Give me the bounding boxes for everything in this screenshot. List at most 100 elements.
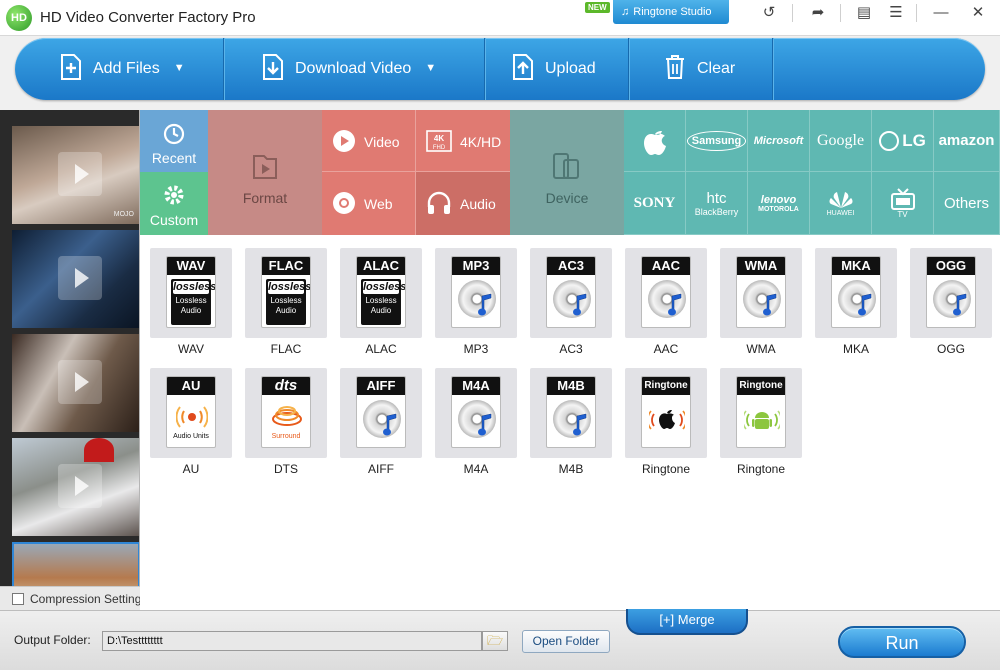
brand-apple[interactable]	[624, 110, 686, 172]
download-video-label: Download Video	[295, 60, 412, 77]
tab-device[interactable]: Device	[510, 110, 624, 235]
play-icon[interactable]	[58, 464, 102, 508]
format-alac[interactable]: ALAC lossless Lossless Audio ALAC	[340, 248, 422, 356]
video-thumbnail[interactable]	[12, 230, 139, 328]
brand-samsung[interactable]: Samsung	[686, 110, 748, 172]
format-tile[interactable]: AC3	[530, 248, 612, 338]
format-tile[interactable]: AU Audio Units	[150, 368, 232, 458]
tab-recent[interactable]: Recent	[140, 110, 208, 172]
brand-tv[interactable]: TV	[872, 172, 934, 235]
minimize-icon[interactable]: —	[925, 0, 957, 26]
format-m4b[interactable]: M4B M4B	[530, 368, 612, 476]
format-tile[interactable]: AIFF	[340, 368, 422, 458]
brand-google[interactable]: Google	[810, 110, 872, 172]
tab-format[interactable]: Format	[208, 110, 322, 235]
merge-button[interactable]: [+] Merge	[626, 609, 748, 635]
format-ringtone-apple[interactable]: Ringtone Ringtone	[625, 368, 707, 476]
play-icon[interactable]	[58, 256, 102, 300]
format-m4a[interactable]: M4A M4A	[435, 368, 517, 476]
clear-button[interactable]: Clear	[663, 38, 735, 100]
format-card-title: MP3	[452, 257, 500, 275]
upload-button[interactable]: Upload	[511, 38, 596, 100]
video-thumbnail[interactable]	[12, 334, 139, 432]
open-folder-button[interactable]: Open Folder	[522, 630, 610, 653]
format-aac[interactable]: AAC AAC	[625, 248, 707, 356]
format-tile[interactable]: WAV lossless Lossless Audio	[150, 248, 232, 338]
download-dropdown-icon[interactable]: ▼	[425, 37, 436, 99]
format-tile[interactable]: Ringtone	[720, 368, 802, 458]
format-grid: WAV lossless Lossless Audio WAV FLAC lossless…	[140, 235, 1000, 610]
format-card-title: M4A	[452, 377, 500, 395]
format-tile[interactable]: dts Surround	[245, 368, 327, 458]
format-card-title: AU	[167, 377, 215, 395]
format-dts[interactable]: dts Surround DTS	[245, 368, 327, 476]
surround-rings-icon	[272, 406, 302, 426]
tab-custom[interactable]: Custom	[140, 172, 208, 235]
format-wma[interactable]: WMA WMA	[720, 248, 802, 356]
add-files-dropdown-icon[interactable]: ▼	[174, 37, 185, 99]
compression-checkbox[interactable]	[12, 592, 24, 605]
tab-audio-selected[interactable]: Audio	[416, 172, 510, 235]
format-tile[interactable]: OGG	[910, 248, 992, 338]
format-label: AC3	[559, 342, 583, 356]
feedback-icon[interactable]: ▤	[848, 0, 880, 26]
run-button[interactable]: Run	[838, 626, 966, 658]
share-icon[interactable]: ➦	[802, 0, 834, 26]
output-folder-input[interactable]	[102, 631, 482, 651]
format-aiff[interactable]: AIFF AIFF	[340, 368, 422, 476]
format-tile[interactable]: Ringtone	[625, 368, 707, 458]
format-tile[interactable]: MP3	[435, 248, 517, 338]
titlebar-divider	[792, 4, 793, 22]
brand-sony[interactable]: SONY	[624, 172, 686, 235]
ringtone-android-icon	[737, 395, 785, 447]
format-ac3[interactable]: AC3 AC3	[530, 248, 612, 356]
browse-folder-button[interactable]: 🗁	[482, 631, 508, 651]
video-thumbnail[interactable]	[12, 438, 139, 536]
format-label: ALAC	[365, 342, 397, 356]
format-tile[interactable]: M4A	[435, 368, 517, 458]
compression-settings-option[interactable]: Compression Settings	[0, 586, 140, 610]
brand-amazon-label: amazon	[938, 132, 995, 149]
tab-4k-hd[interactable]: 4K FHD 4K/HD	[416, 110, 510, 172]
play-icon[interactable]	[58, 360, 102, 404]
format-tile[interactable]: WMA	[720, 248, 802, 338]
dts-surround-icon: Surround	[262, 395, 310, 447]
close-icon[interactable]: ✕	[962, 0, 994, 26]
format-tile[interactable]: AAC	[625, 248, 707, 338]
tab-video[interactable]: Video	[322, 110, 416, 172]
chrome-web-icon	[333, 192, 355, 214]
bottom-bar: [+] Merge Output Folder: 🗁 Open Folder R…	[0, 609, 1000, 670]
audio-units-icon: Audio Units	[167, 395, 215, 447]
format-ringtone-android[interactable]: Ringtone Ringtone	[720, 368, 802, 476]
format-mka[interactable]: MKA MKA	[815, 248, 897, 356]
format-mp3[interactable]: MP3 MP3	[435, 248, 517, 356]
brand-amazon[interactable]: amazon	[934, 110, 1000, 172]
download-video-button[interactable]: Download Video ▼	[261, 38, 436, 100]
play-icon[interactable]	[58, 152, 102, 196]
brand-htc-blackberry[interactable]: htc BlackBerry	[686, 172, 748, 235]
format-wav[interactable]: WAV lossless Lossless Audio WAV	[150, 248, 232, 356]
brand-others[interactable]: Others	[934, 172, 1000, 235]
add-files-button[interactable]: Add Files ▼	[59, 38, 185, 100]
format-au[interactable]: AU Audio Units AU	[150, 368, 232, 476]
svg-text:4K: 4K	[434, 134, 444, 143]
format-tile[interactable]: FLAC lossless Lossless Audio	[245, 248, 327, 338]
format-flac[interactable]: FLAC lossless Lossless Audio FLAC	[245, 248, 327, 356]
format-tile[interactable]: ALAC lossless Lossless Audio	[340, 248, 422, 338]
ringtone-studio-button[interactable]: ♫ Ringtone Studio	[613, 0, 729, 24]
format-tile[interactable]: MKA	[815, 248, 897, 338]
brand-lg-label: LG	[902, 130, 926, 150]
brand-lenovo-motorola[interactable]: lenovo MOTOROLA	[748, 172, 810, 235]
menu-list-icon[interactable]: ☰	[880, 0, 912, 26]
video-thumbnail[interactable]: MOJO	[12, 126, 139, 224]
format-card: MKA	[831, 256, 881, 328]
format-tile[interactable]: M4B	[530, 368, 612, 458]
brand-microsoft[interactable]: Microsoft	[748, 110, 810, 172]
brand-lg[interactable]: LG	[872, 110, 934, 172]
brand-huawei[interactable]: HUAWEI	[810, 172, 872, 235]
thumbnail-detail	[84, 438, 114, 462]
undo-icon[interactable]: ↺	[753, 0, 785, 26]
tab-web[interactable]: Web	[322, 172, 416, 235]
format-ogg[interactable]: OGG OGG	[910, 248, 992, 356]
lossless-badge: lossless Lossless Audio	[361, 279, 405, 325]
